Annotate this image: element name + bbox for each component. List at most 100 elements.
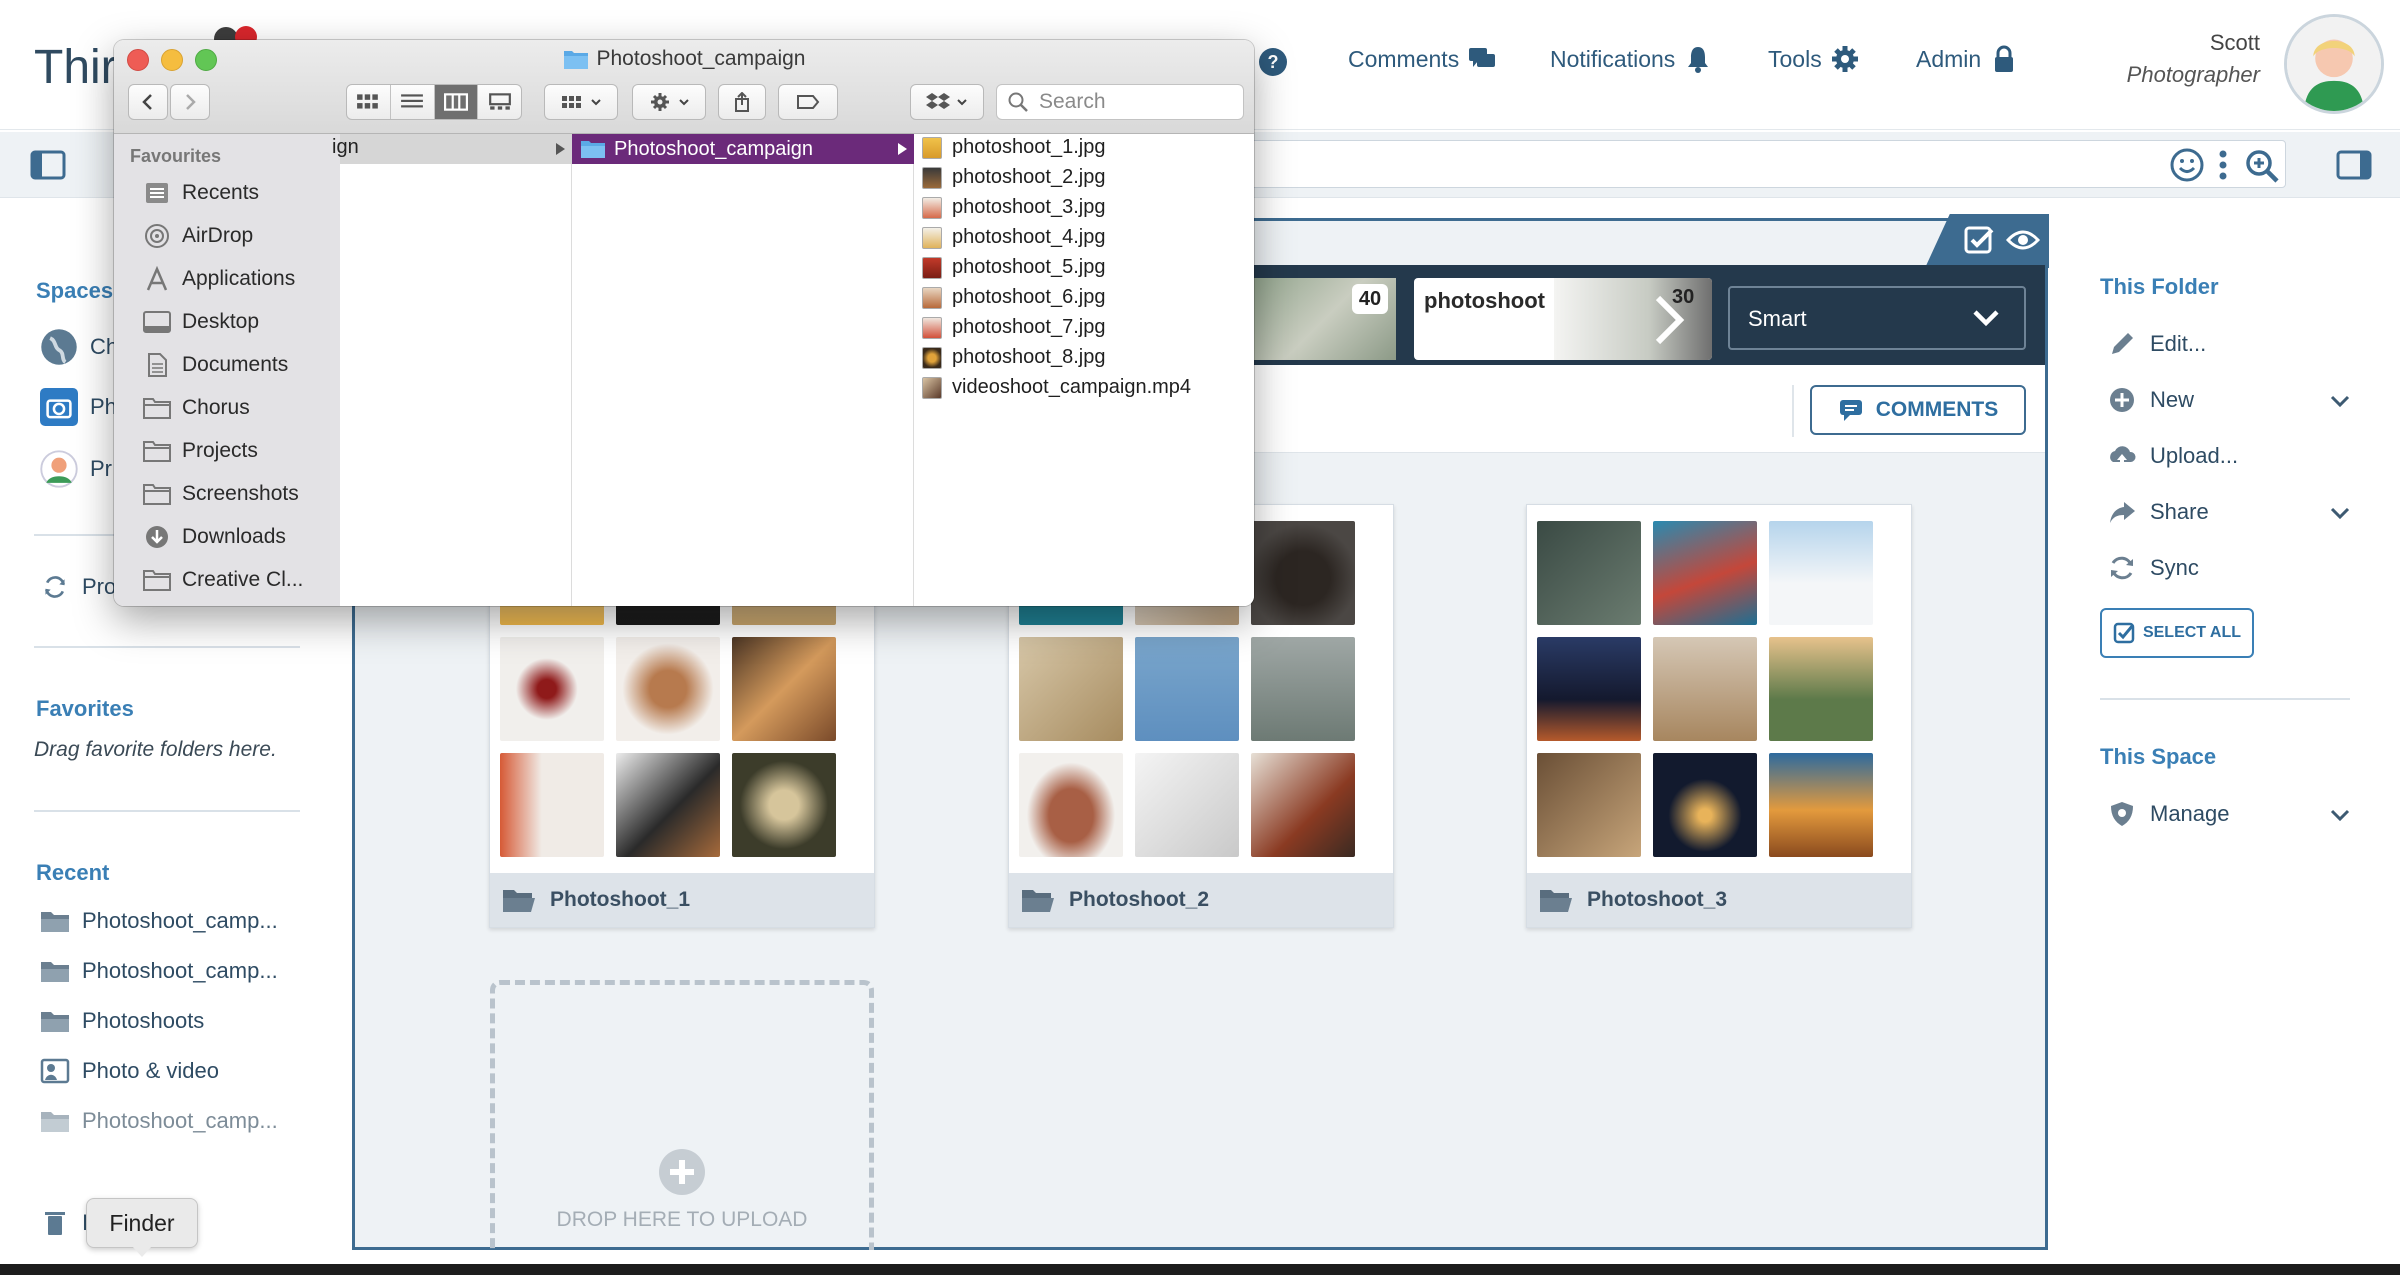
chevron-down-icon[interactable] [1972, 308, 2000, 328]
file-name: photoshoot_2.jpg [952, 166, 1106, 188]
list-view-button[interactable] [391, 85, 435, 119]
file-name: photoshoot_3.jpg [952, 196, 1106, 218]
zoom-in-icon[interactable] [2244, 148, 2280, 184]
globe-icon [41, 329, 77, 365]
recent-item[interactable]: Photoshoot_camp... [40, 1108, 278, 1134]
forward-button[interactable] [170, 84, 210, 120]
favourite-projects[interactable]: Projects [142, 438, 258, 464]
manage-action[interactable]: Manage [2108, 800, 2230, 828]
nav-comments[interactable]: Comments [1348, 44, 1497, 74]
tags-button[interactable] [778, 84, 838, 120]
folder-open-icon [503, 890, 535, 912]
nav-tools-label: Tools [1768, 45, 1822, 72]
sync-action[interactable]: Sync [2108, 554, 2199, 582]
favourite-airdrop[interactable]: AirDrop [142, 223, 253, 249]
folder-name: Photoshoot_3 [1587, 888, 1727, 911]
file-row[interactable]: photoshoot_2.jpg [922, 166, 1105, 189]
folder-card-photoshoot-3[interactable]: Photoshoot_3 [1526, 504, 1912, 928]
favourite-screenshots[interactable]: Screenshots [142, 481, 299, 507]
favourite-label: Applications [182, 267, 296, 290]
sync-item[interactable]: Pro [40, 574, 116, 600]
recent-item-label: Photoshoots [82, 1008, 205, 1033]
chevron-down-icon[interactable] [2330, 808, 2350, 822]
file-row[interactable]: videoshoot_campaign.mp4 [922, 376, 1191, 399]
brand-logo[interactable]: Thir [34, 40, 117, 95]
file-row[interactable]: photoshoot_8.jpg [922, 346, 1105, 369]
recent-item[interactable]: Photoshoot_camp... [40, 908, 278, 934]
nav-notifications[interactable]: Notifications [1550, 44, 1713, 74]
eye-icon[interactable] [2006, 228, 2040, 252]
file-row[interactable]: photoshoot_1.jpg [922, 136, 1105, 159]
checklist-icon[interactable] [1964, 226, 1996, 254]
favourite-applications[interactable]: Applications [142, 266, 295, 292]
file-row[interactable]: photoshoot_6.jpg [922, 286, 1105, 309]
dropbox-button[interactable] [910, 84, 984, 120]
file-row[interactable]: photoshoot_4.jpg [922, 226, 1105, 249]
share-icon [2110, 502, 2135, 523]
emoji-icon[interactable] [2170, 148, 2204, 182]
favourite-documents[interactable]: Documents [142, 352, 288, 378]
trash-item[interactable]: I [40, 1210, 88, 1236]
trash-icon [45, 1212, 65, 1235]
column-2-row-selected[interactable]: Photoshoot_campaign [572, 134, 914, 164]
content-toolbar-divider [1792, 385, 1794, 437]
sidebar-toggle-icon[interactable] [30, 150, 66, 180]
thumbnail [1251, 637, 1355, 741]
file-row[interactable]: photoshoot_7.jpg [922, 316, 1105, 339]
applications-icon [146, 266, 168, 291]
camera-icon [40, 388, 78, 426]
chevron-down-icon[interactable] [2330, 394, 2350, 408]
help-icon[interactable]: ? [1258, 47, 1288, 77]
chevron-right-icon[interactable] [1648, 292, 1688, 348]
finder-search-field[interactable]: Search [996, 84, 1244, 120]
space-item-2[interactable]: Ph [40, 388, 117, 426]
dock-edge [0, 1264, 2400, 1275]
grid-view-icon [357, 94, 379, 109]
comments-button[interactable]: COMMENTS [1810, 385, 2026, 435]
gallery-view-button[interactable] [478, 85, 521, 119]
back-button[interactable] [128, 84, 168, 120]
right-panel-toggle-icon[interactable] [2336, 150, 2372, 180]
edit-action-label: Edit... [2150, 331, 2207, 356]
share-action[interactable]: Share [2108, 498, 2209, 526]
space-item-3[interactable]: Pr [40, 450, 112, 488]
upload-action[interactable]: Upload... [2108, 442, 2238, 470]
folder-icon [143, 484, 171, 505]
favourite-chorus[interactable]: Chorus [142, 395, 250, 421]
icon-view-button[interactable] [347, 85, 391, 119]
tooltip-arrow [132, 1246, 152, 1257]
disclosure-arrow-icon [898, 143, 907, 155]
more-vertical-icon[interactable] [2216, 148, 2230, 182]
select-all-button[interactable]: SELECT ALL [2100, 608, 2254, 658]
avatar[interactable] [2284, 14, 2384, 114]
nav-tools[interactable]: Tools [1768, 44, 1860, 74]
chevron-down-icon[interactable] [2330, 506, 2350, 520]
recent-item[interactable]: Photo & video [40, 1058, 219, 1084]
user-role: Photographer [2126, 62, 2260, 87]
new-action[interactable]: New [2108, 386, 2194, 414]
space-item-1[interactable]: Ch [40, 328, 118, 366]
folder-thumbnails [1537, 521, 1903, 861]
group-by-button[interactable] [544, 84, 618, 120]
comments-button-label: COMMENTS [1875, 398, 1999, 421]
file-name: videoshoot_campaign.mp4 [952, 376, 1192, 398]
nav-admin-label: Admin [1916, 45, 1982, 72]
chevron-right-icon [186, 94, 196, 110]
nav-admin[interactable]: Admin [1916, 44, 2019, 74]
recent-item[interactable]: Photoshoots [40, 1008, 204, 1034]
file-row[interactable]: photoshoot_5.jpg [922, 256, 1105, 279]
favourite-downloads[interactable]: Downloads [142, 524, 286, 550]
share-button[interactable] [718, 84, 766, 120]
favourite-desktop[interactable]: Desktop [142, 309, 259, 335]
favourite-creative-cloud[interactable]: Creative Cl... [142, 567, 303, 593]
path-field[interactable] [1240, 140, 2286, 188]
edit-action[interactable]: Edit... [2108, 330, 2206, 358]
column-view-button[interactable] [434, 85, 479, 119]
column-1-row-selected[interactable] [340, 134, 572, 164]
downloads-icon [146, 526, 168, 548]
recent-item[interactable]: Photoshoot_camp... [40, 958, 278, 984]
folder-card-footer: Photoshoot_3 [1527, 873, 1911, 927]
file-row[interactable]: photoshoot_3.jpg [922, 196, 1105, 219]
favourite-recents[interactable]: Recents [142, 180, 259, 206]
action-menu-button[interactable] [632, 84, 706, 120]
